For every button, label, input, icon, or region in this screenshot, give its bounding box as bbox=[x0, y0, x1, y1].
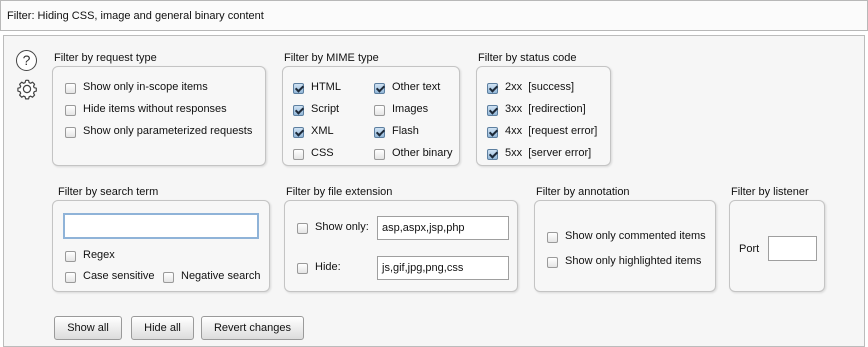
parameterized-checkbox[interactable] bbox=[65, 127, 76, 138]
help-icon[interactable]: ? bbox=[16, 50, 37, 71]
hide-checkbox[interactable] bbox=[297, 263, 308, 274]
listener-group: Port bbox=[729, 200, 825, 292]
case-sensitive-label: Case sensitive bbox=[83, 270, 155, 282]
port-label: Port bbox=[739, 243, 760, 255]
annotation-group: Show only commented items Show only high… bbox=[534, 200, 716, 292]
mime-other-text-checkbox[interactable] bbox=[374, 83, 385, 94]
request-type-title: Filter by request type bbox=[54, 52, 157, 64]
without-responses-label: Hide items without responses bbox=[83, 103, 227, 115]
status-3xx-checkbox[interactable] bbox=[487, 105, 498, 116]
status-code-group: 2xx [success] 3xx [redirection] 4xx [req… bbox=[476, 66, 611, 166]
regex-label: Regex bbox=[83, 249, 115, 261]
case-sensitive-checkbox[interactable] bbox=[65, 272, 76, 283]
status-4xx-label: 4xx [request error] bbox=[505, 125, 598, 137]
in-scope-label: Show only in-scope items bbox=[83, 81, 208, 93]
commented-checkbox[interactable] bbox=[547, 232, 558, 243]
revert-changes-button[interactable]: Revert changes bbox=[201, 316, 304, 340]
search-term-group: Regex Case sensitive Negative search bbox=[52, 200, 270, 292]
show-only-checkbox[interactable] bbox=[297, 223, 308, 234]
mime-type-group: HTML Script XML CSS Other text Images Fl… bbox=[282, 66, 460, 166]
filter-summary-text: Filter: Hiding CSS, image and general bi… bbox=[7, 10, 264, 22]
filter-settings-panel: ? Filter by request type Show only in-sc… bbox=[3, 35, 865, 347]
negative-search-checkbox[interactable] bbox=[163, 272, 174, 283]
mime-html-checkbox[interactable] bbox=[293, 83, 304, 94]
status-2xx-label: 2xx [success] bbox=[505, 81, 575, 93]
mime-css-checkbox[interactable] bbox=[293, 149, 304, 160]
show-only-label: Show only: bbox=[315, 221, 369, 233]
listener-title: Filter by listener bbox=[731, 186, 809, 198]
hide-extensions-input[interactable]: js,gif,jpg,png,css bbox=[377, 256, 509, 280]
filter-bar[interactable]: Filter: Hiding CSS, image and general bi… bbox=[0, 0, 868, 31]
show-all-button[interactable]: Show all bbox=[54, 316, 122, 340]
mime-flash-checkbox[interactable] bbox=[374, 127, 385, 138]
mime-script-checkbox[interactable] bbox=[293, 105, 304, 116]
mime-flash-label: Flash bbox=[392, 125, 419, 137]
mime-other-text-label: Other text bbox=[392, 81, 441, 93]
file-extension-group: Show only: asp,aspx,jsp,php Hide: js,gif… bbox=[284, 200, 518, 292]
status-code-title: Filter by status code bbox=[478, 52, 577, 64]
status-2xx-checkbox[interactable] bbox=[487, 83, 498, 94]
search-term-input[interactable] bbox=[63, 213, 259, 239]
mime-xml-checkbox[interactable] bbox=[293, 127, 304, 138]
mime-xml-label: XML bbox=[311, 125, 334, 137]
commented-label: Show only commented items bbox=[565, 230, 706, 242]
mime-other-binary-checkbox[interactable] bbox=[374, 149, 385, 160]
parameterized-label: Show only parameterized requests bbox=[83, 125, 253, 137]
gear-icon[interactable] bbox=[15, 77, 39, 101]
search-term-title: Filter by search term bbox=[58, 186, 159, 198]
highlighted-checkbox[interactable] bbox=[547, 257, 558, 268]
mime-images-checkbox[interactable] bbox=[374, 105, 385, 116]
mime-html-label: HTML bbox=[311, 81, 341, 93]
mime-type-title: Filter by MIME type bbox=[284, 52, 379, 64]
mime-css-label: CSS bbox=[311, 147, 334, 159]
mime-images-label: Images bbox=[392, 103, 429, 115]
regex-checkbox[interactable] bbox=[65, 251, 76, 262]
hide-all-button[interactable]: Hide all bbox=[131, 316, 194, 340]
request-type-group: Show only in-scope items Hide items with… bbox=[52, 66, 266, 166]
mime-script-label: Script bbox=[311, 103, 340, 115]
negative-search-label: Negative search bbox=[181, 270, 261, 282]
highlighted-label: Show only highlighted items bbox=[565, 255, 702, 267]
in-scope-checkbox[interactable] bbox=[65, 83, 76, 94]
status-4xx-checkbox[interactable] bbox=[487, 127, 498, 138]
status-5xx-checkbox[interactable] bbox=[487, 149, 498, 160]
mime-other-binary-label: Other binary bbox=[392, 147, 453, 159]
show-only-extensions-input[interactable]: asp,aspx,jsp,php bbox=[377, 216, 509, 240]
hide-label: Hide: bbox=[315, 261, 341, 273]
annotation-title: Filter by annotation bbox=[536, 186, 630, 198]
status-5xx-label: 5xx [server error] bbox=[505, 147, 592, 159]
port-input[interactable] bbox=[768, 236, 817, 261]
without-responses-checkbox[interactable] bbox=[65, 105, 76, 116]
status-3xx-label: 3xx [redirection] bbox=[505, 103, 586, 115]
file-extension-title: Filter by file extension bbox=[286, 186, 393, 198]
